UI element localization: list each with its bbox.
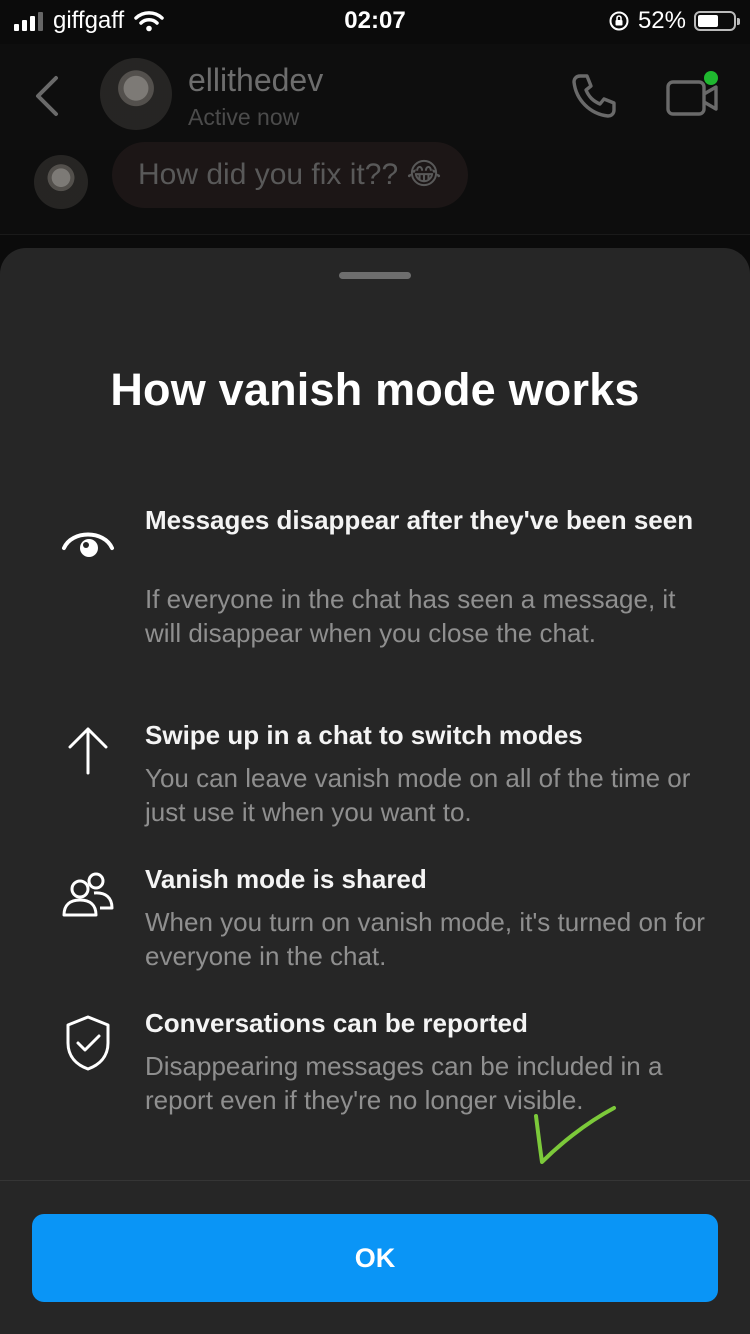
battery-icon (694, 11, 740, 31)
sheet-title: How vanish mode works (110, 364, 640, 415)
drag-handle[interactable] (339, 272, 411, 279)
sender-avatar (34, 155, 88, 209)
orientation-lock-icon (609, 11, 629, 31)
feature-description: If everyone in the chat has seen a messa… (145, 584, 676, 648)
people-icon (62, 872, 114, 917)
feature-title: Swipe up in a chat to switch modes (145, 720, 583, 750)
message-bubble[interactable]: How did you fix it?? 😂 (112, 142, 468, 208)
phone-icon[interactable] (568, 70, 620, 122)
chat-header: ellithedev Active now (0, 44, 750, 151)
feature-description: You can leave vanish mode on all of the … (145, 763, 691, 827)
vanish-mode-sheet: How vanish mode works Messages disappear… (0, 248, 750, 1334)
status-bar: giffgaff 02:07 52% (0, 0, 750, 44)
status-right: 52% (608, 7, 740, 35)
arrow-up-icon (68, 727, 108, 775)
feature-title: Messages disappear after they've been se… (145, 505, 694, 535)
divider (0, 1180, 750, 1181)
chat-username[interactable]: ellithedev (188, 62, 323, 99)
feature-description: Disappearing messages can be included in… (145, 1051, 663, 1115)
video-call-icon[interactable] (664, 70, 722, 122)
eye-icon (62, 532, 114, 557)
shield-check-icon (66, 1015, 110, 1071)
feature-title: Conversations can be reported (145, 1008, 528, 1038)
feature-description: When you turn on vanish mode, it's turne… (145, 907, 705, 971)
ok-button[interactable]: OK (32, 1214, 718, 1302)
chevron-left-icon[interactable] (30, 72, 64, 120)
feature-title: Vanish mode is shared (145, 864, 427, 894)
active-status: Active now (188, 104, 300, 130)
avatar[interactable] (100, 58, 172, 130)
active-dot (704, 71, 718, 85)
annotation-check-mark (534, 1106, 616, 1164)
message-row: How did you fix it?? 😂 (0, 142, 750, 235)
battery-percent: 52% (637, 7, 686, 34)
